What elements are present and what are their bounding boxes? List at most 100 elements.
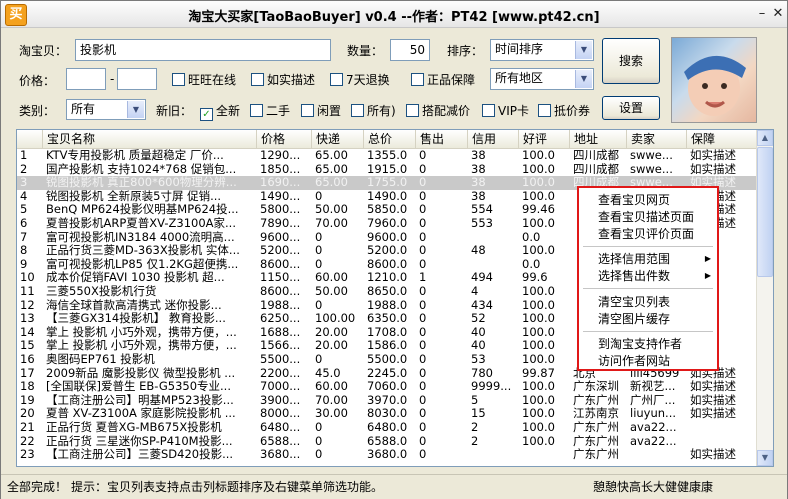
chevron-down-icon[interactable]: ▼ — [575, 70, 592, 88]
cell-rating: 99.6 — [522, 271, 548, 285]
table-row[interactable]: 23 【工商注册公司】三菱SD420投影... 3680... 0 3680.0 0 广东广… — [17, 448, 757, 462]
checkbox-new[interactable]: ✓ 全新 — [200, 103, 240, 121]
menu-item-clear-image-cache[interactable]: 清空图片缓存 — [579, 311, 717, 327]
checkbox-all[interactable]: 所有) — [351, 103, 396, 119]
checkbox-wangwang-online[interactable]: 旺旺在线 — [172, 72, 236, 88]
column-header-shipping[interactable]: 快递 — [312, 130, 364, 148]
checkbox-box[interactable] — [250, 104, 263, 117]
checkbox-vip-card[interactable]: VIP卡 — [482, 103, 529, 119]
menu-item-view-item-page[interactable]: 查看宝贝网页 — [579, 192, 717, 208]
table-row[interactable]: 19 【工商注册公司】明基MP523投影... 3900... 70.00 3970.0… — [17, 394, 757, 408]
quantity-input[interactable]: 50 — [390, 39, 430, 61]
checkbox-7day-return[interactable]: 7天退换 — [330, 72, 390, 88]
quantity-label: 数量： — [347, 44, 384, 58]
table-row[interactable]: 20 夏普 XV-Z3100A 家庭影院投影机 ... 8000... 30.00 80… — [17, 407, 757, 421]
checkbox-label: 搭配减价 — [422, 104, 471, 118]
scroll-up-icon[interactable]: ▲ — [757, 130, 773, 146]
close-icon[interactable]: ✕ — [769, 5, 787, 22]
cell-credit: 434 — [471, 298, 493, 312]
checkbox-used[interactable]: 二手 — [250, 103, 290, 119]
table-row[interactable]: 21 正品行货 夏普XG-MB675X投影机 6480... 0 6480.0 0 2 100… — [17, 421, 757, 435]
cell-address: 四川成都 — [573, 162, 619, 176]
menu-item-visit-author-site[interactable]: 访问作者网站 — [579, 353, 717, 369]
price-min-input[interactable] — [66, 68, 106, 90]
cell-name: 夏普 XV-Z3100A 家庭影院投影机 ... — [46, 407, 236, 421]
checkbox-box[interactable] — [330, 73, 343, 86]
cell-index: 3 — [20, 176, 28, 190]
cell-sold: 0 — [419, 257, 427, 271]
menu-item-view-review-page[interactable]: 查看宝贝评价页面 — [579, 226, 717, 242]
checkbox-as-described[interactable]: 如实描述 — [251, 72, 315, 88]
status-text: 全部完成！ — [7, 480, 68, 494]
column-header-rating[interactable]: 好评 — [519, 130, 570, 148]
title-bar[interactable]: 买 淘宝大买家[TaoBaoBuyer] v0.4 --作者：PT42 [www… — [1, 1, 787, 28]
checkbox-coupon[interactable]: 抵价券 — [538, 103, 590, 119]
cell-sold: 0 — [419, 434, 427, 448]
cell-price: 8000... — [260, 407, 301, 421]
checkbox-genuine-guarantee[interactable]: 正品保障 — [411, 72, 475, 88]
checkbox-box[interactable] — [406, 104, 419, 117]
cell-price: 5800... — [260, 203, 301, 217]
check-icon[interactable]: ✓ — [200, 108, 213, 121]
scroll-down-icon[interactable]: ▼ — [757, 450, 773, 466]
menu-item-sold-count[interactable]: 选择售出件数 ▶ — [579, 268, 717, 284]
checkbox-label: 7天退换 — [346, 73, 390, 87]
column-header-name[interactable]: 宝贝名称 — [43, 130, 257, 148]
chevron-down-icon[interactable]: ▼ — [127, 101, 144, 118]
cell-name: 正品行货三菱MD-363X投影机 实体... — [46, 244, 240, 258]
checkbox-box[interactable] — [351, 104, 364, 117]
column-header-credit[interactable]: 信用 — [468, 130, 519, 148]
settings-button[interactable]: 设置 — [602, 96, 660, 120]
checkbox-label: 如实描述 — [267, 73, 316, 87]
column-header-guarantee[interactable]: 保障 — [687, 130, 757, 148]
cell-sold: 0 — [419, 407, 427, 421]
price-label: 价格： — [19, 74, 56, 88]
cell-rating: 100.0 — [522, 217, 555, 230]
sort-select[interactable]: 时间排序 ▼ — [490, 39, 594, 61]
chevron-down-icon[interactable]: ▼ — [575, 41, 592, 59]
checkbox-bundle-discount[interactable]: 搭配减价 — [406, 103, 470, 119]
table-row[interactable]: 1 KTV专用投影机 质量超稳定 厂价... 1290... 65.00 1355.0 0… — [17, 149, 757, 163]
scroll-thumb[interactable] — [757, 147, 773, 277]
vertical-scrollbar[interactable]: ▲ ▼ — [756, 130, 773, 466]
menu-item-view-description-page[interactable]: 查看宝贝描述页面 — [579, 209, 717, 225]
cell-price: 1150... — [260, 271, 301, 285]
cell-rating: 100.0 — [522, 434, 555, 448]
menu-item-support-author[interactable]: 到淘宝支持作者 — [579, 336, 717, 352]
column-header-total[interactable]: 总价 — [364, 130, 416, 148]
checkbox-box[interactable] — [482, 104, 495, 117]
checkbox-box[interactable] — [301, 104, 314, 117]
column-header-sold[interactable]: 售出 — [416, 130, 468, 148]
checkbox-idle[interactable]: 闲置 — [301, 103, 341, 119]
region-select[interactable]: 所有地区 ▼ — [490, 68, 594, 90]
cell-sold: 0 — [419, 312, 427, 326]
cell-name: 锐图投影机 全新原装5寸屏 促销... — [46, 189, 222, 203]
column-header-seller[interactable]: 卖家 — [627, 130, 687, 148]
column-header-price[interactable]: 价格 — [257, 130, 312, 148]
checkbox-label: 闲置 — [317, 104, 342, 118]
cell-rating: 100.0 — [522, 407, 555, 421]
price-max-input[interactable] — [117, 68, 157, 90]
cell-price: 7000... — [260, 380, 301, 394]
menu-item-credit-range[interactable]: 选择信用范围 ▶ — [579, 251, 717, 267]
checkbox-box[interactable] — [251, 73, 264, 86]
table-row[interactable]: 18 [全国联保]爱普生 EB-G5350专业... 7000... 60.00 706… — [17, 380, 757, 394]
cell-shipping: 50.00 — [315, 285, 348, 298]
column-header-address[interactable]: 地址 — [570, 130, 627, 148]
table-row[interactable]: 2 国产投影机 支持1024*768 促销包... 1850... 65.00 1915… — [17, 163, 757, 177]
checkbox-box[interactable] — [411, 73, 424, 86]
cell-credit: 38 — [471, 149, 486, 162]
cell-address: 四川成都 — [573, 149, 619, 162]
column-header-index[interactable] — [17, 130, 43, 148]
search-button[interactable]: 搜索 — [602, 38, 660, 84]
cell-rating: 100.0 — [522, 189, 555, 203]
checkbox-box[interactable] — [172, 73, 185, 86]
cell-credit — [468, 448, 519, 462]
table-row[interactable]: 22 正品行货 三星迷你SP-P410M投影... 6588... 0 6588.0 0 2… — [17, 435, 757, 449]
item-search-input[interactable]: 投影机 — [75, 39, 331, 61]
checkbox-box[interactable] — [538, 104, 551, 117]
category-select[interactable]: 所有 ▼ — [66, 99, 146, 120]
cell-index: 16 — [20, 353, 35, 366]
menu-item-clear-list[interactable]: 清空宝贝列表 — [579, 294, 717, 310]
cell-total: 5500.0 — [367, 353, 408, 366]
